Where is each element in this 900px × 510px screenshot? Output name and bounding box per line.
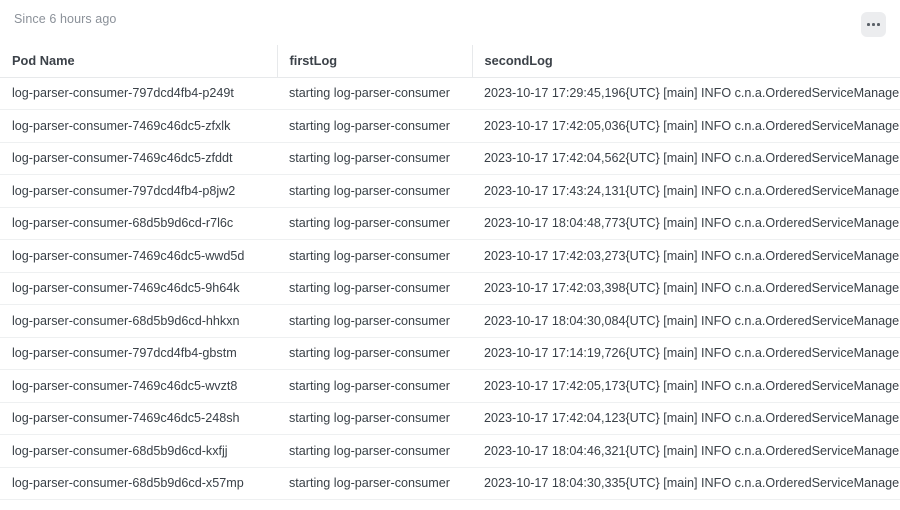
ellipsis-icon bbox=[867, 23, 870, 26]
table-header-row: Pod Name firstLog secondLog bbox=[0, 45, 900, 78]
cell-pod: log-parser-consumer-68d5b9d6cd-kxfjj bbox=[0, 434, 277, 468]
table-header: Pod Name firstLog secondLog bbox=[0, 45, 900, 78]
cell-second: 2023-10-17 17:42:03,398{UTC} [main] INFO… bbox=[472, 272, 900, 305]
cell-pod: log-parser-consumer-68d5b9d6cd-hhkxn bbox=[0, 304, 277, 338]
table-row[interactable]: log-parser-consumer-797dcd4fb4-gbstm star… bbox=[0, 337, 900, 370]
cell-pod: log-parser-consumer-7469c46dc5-9h64k bbox=[0, 272, 277, 305]
cell-first: starting log-parser-consumer bbox=[277, 207, 472, 240]
cell-pod: log-parser-consumer-7469c46dc5-wwd5d bbox=[0, 239, 277, 273]
cell-first: starting log-parser-consumer bbox=[277, 337, 472, 370]
cell-second: 2023-10-17 18:04:48,773{UTC} [main] INFO… bbox=[472, 207, 900, 240]
ellipsis-icon bbox=[877, 23, 880, 26]
cell-pod: log-parser-consumer-7469c46dc5-zfddt bbox=[0, 142, 277, 175]
cell-second: 2023-10-17 17:29:45,196{UTC} [main] INFO… bbox=[472, 77, 900, 110]
column-header-first-log[interactable]: firstLog bbox=[277, 45, 473, 78]
ellipsis-icon bbox=[872, 23, 875, 26]
cell-first: starting log-parser-consumer bbox=[277, 369, 472, 403]
cell-first: starting log-parser-consumer bbox=[277, 467, 472, 500]
table-row[interactable]: log-parser-consumer-797dcd4fb4-p249t star… bbox=[0, 77, 900, 110]
time-range-label: Since 6 hours ago bbox=[14, 12, 117, 26]
table-row[interactable]: log-parser-consumer-7469c46dc5-wvzt8 star… bbox=[0, 369, 900, 403]
table-row[interactable]: log-parser-consumer-7469c46dc5-wwd5d star… bbox=[0, 239, 900, 273]
table-row[interactable]: log-parser-consumer-68d5b9d6cd-kxfjj star… bbox=[0, 434, 900, 468]
cell-second: 2023-10-17 17:42:05,036{UTC} [main] INFO… bbox=[472, 109, 900, 143]
table-body: log-parser-consumer-797dcd4fb4-p249t star… bbox=[0, 77, 900, 500]
cell-second: 2023-10-17 17:42:04,123{UTC} [main] INFO… bbox=[472, 402, 900, 435]
cell-first: starting log-parser-consumer bbox=[277, 272, 472, 305]
cell-second: 2023-10-17 17:42:04,562{UTC} [main] INFO… bbox=[472, 142, 900, 175]
table-scroll-container[interactable]: Pod Name firstLog secondLog log-parser-c… bbox=[0, 45, 900, 510]
table-row[interactable]: log-parser-consumer-7469c46dc5-9h64k star… bbox=[0, 272, 900, 305]
cell-pod: log-parser-consumer-68d5b9d6cd-r7l6c bbox=[0, 207, 277, 240]
log-table-panel: Since 6 hours ago Pod Name firstLog seco… bbox=[0, 0, 900, 510]
cell-second: 2023-10-17 18:04:30,084{UTC} [main] INFO… bbox=[472, 304, 900, 338]
panel-toolbar: Since 6 hours ago bbox=[0, 0, 900, 45]
cell-pod: log-parser-consumer-7469c46dc5-wvzt8 bbox=[0, 369, 277, 403]
cell-second: 2023-10-17 18:04:46,321{UTC} [main] INFO… bbox=[472, 434, 900, 468]
cell-first: starting log-parser-consumer bbox=[277, 434, 472, 468]
table-row[interactable]: log-parser-consumer-797dcd4fb4-p8jw2 star… bbox=[0, 174, 900, 208]
table-row[interactable]: log-parser-consumer-68d5b9d6cd-r7l6c star… bbox=[0, 207, 900, 240]
cell-first: starting log-parser-consumer bbox=[277, 304, 472, 338]
table-row[interactable]: log-parser-consumer-68d5b9d6cd-hhkxn star… bbox=[0, 304, 900, 338]
cell-second: 2023-10-17 17:43:24,131{UTC} [main] INFO… bbox=[472, 174, 900, 208]
cell-pod: log-parser-consumer-68d5b9d6cd-x57mp bbox=[0, 467, 277, 500]
cell-second: 2023-10-17 17:42:03,273{UTC} [main] INFO… bbox=[472, 239, 900, 273]
cell-second: 2023-10-17 17:42:05,173{UTC} [main] INFO… bbox=[472, 369, 900, 403]
cell-pod: log-parser-consumer-7469c46dc5-zfxlk bbox=[0, 109, 277, 143]
table-row[interactable]: log-parser-consumer-68d5b9d6cd-x57mp star… bbox=[0, 467, 900, 500]
cell-pod: log-parser-consumer-797dcd4fb4-p249t bbox=[0, 77, 277, 110]
cell-pod: log-parser-consumer-797dcd4fb4-gbstm bbox=[0, 337, 277, 370]
cell-first: starting log-parser-consumer bbox=[277, 77, 472, 110]
log-table: Pod Name firstLog secondLog log-parser-c… bbox=[0, 45, 900, 500]
cell-pod: log-parser-consumer-797dcd4fb4-p8jw2 bbox=[0, 174, 277, 208]
column-header-second-log[interactable]: secondLog bbox=[472, 45, 900, 78]
cell-second: 2023-10-17 17:14:19,726{UTC} [main] INFO… bbox=[472, 337, 900, 370]
cell-first: starting log-parser-consumer bbox=[277, 174, 472, 208]
table-row[interactable]: log-parser-consumer-7469c46dc5-zfxlk star… bbox=[0, 109, 900, 143]
table-row[interactable]: log-parser-consumer-7469c46dc5-zfddt star… bbox=[0, 142, 900, 175]
cell-first: starting log-parser-consumer bbox=[277, 239, 472, 273]
cell-first: starting log-parser-consumer bbox=[277, 109, 472, 143]
cell-pod: log-parser-consumer-7469c46dc5-248sh bbox=[0, 402, 277, 435]
cell-second: 2023-10-17 18:04:30,335{UTC} [main] INFO… bbox=[472, 467, 900, 500]
cell-first: starting log-parser-consumer bbox=[277, 142, 472, 175]
panel-menu-button[interactable] bbox=[861, 12, 886, 37]
column-header-pod-name[interactable]: Pod Name bbox=[0, 45, 278, 78]
table-row[interactable]: log-parser-consumer-7469c46dc5-248sh star… bbox=[0, 402, 900, 435]
cell-first: starting log-parser-consumer bbox=[277, 402, 472, 435]
